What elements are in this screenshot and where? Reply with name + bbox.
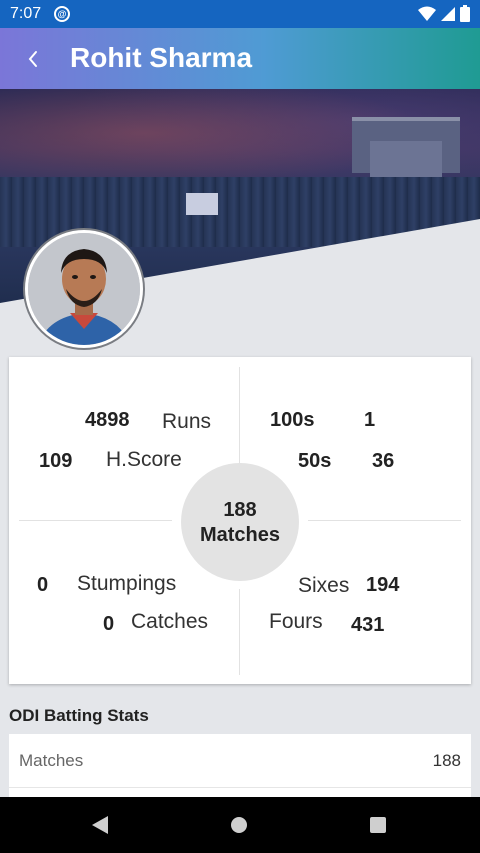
sixes-label: Sixes <box>298 574 350 597</box>
fours-label: Fours <box>269 610 323 633</box>
divider <box>239 589 240 675</box>
back-triangle-icon[interactable] <box>90 814 110 836</box>
page-title: Rohit Sharma <box>70 42 253 73</box>
home-circle-icon[interactable] <box>230 816 248 834</box>
app-bar: Rohit Sharma <box>0 28 480 89</box>
matches-circle: 188 Matches <box>181 463 299 581</box>
stumpings-value: 0 <box>37 574 49 596</box>
recents-square-icon[interactable] <box>369 816 387 834</box>
chevron-left-icon <box>28 51 37 67</box>
wifi-icon <box>418 6 436 21</box>
section-title-odi-batting: ODI Batting Stats <box>9 706 149 725</box>
hundreds-label: 100s <box>270 409 315 431</box>
system-nav-bar <box>0 797 480 853</box>
fifties-label: 50s <box>298 450 332 472</box>
status-icons <box>418 5 470 22</box>
stat-row-value: 188 <box>432 751 461 770</box>
stumpings-label: Stumpings <box>77 572 177 595</box>
catches-value: 0 <box>103 613 115 635</box>
matches-value: 188 <box>223 499 257 521</box>
high-score-label: H.Score <box>106 448 182 471</box>
player-avatar <box>25 230 143 348</box>
high-score-value: 109 <box>39 450 73 472</box>
fours-value: 431 <box>351 614 385 636</box>
matches-label: Matches <box>199 524 281 546</box>
battery-icon <box>460 5 470 22</box>
hundreds-value: 1 <box>364 409 376 431</box>
sixes-value: 194 <box>366 574 400 596</box>
divider <box>308 520 461 521</box>
divider <box>239 367 240 463</box>
batting-stat-row: Matches 188 <box>9 734 471 788</box>
divider <box>19 520 172 521</box>
stat-row-label: Matches <box>19 751 84 770</box>
sync-app-icon: @ <box>54 6 70 22</box>
status-time: 7:07 <box>10 5 42 22</box>
status-bar: 7:07 @ <box>0 0 480 28</box>
back-button[interactable] <box>18 42 48 76</box>
fifties-value: 36 <box>372 450 395 472</box>
catches-label: Catches <box>131 610 209 633</box>
career-stats-card: 4898 Runs 109 H.Score 100s 1 50s 36 188 … <box>9 357 471 684</box>
runs-value: 4898 <box>85 409 130 431</box>
runs-label: Runs <box>162 410 212 433</box>
signal-icon <box>441 6 455 21</box>
